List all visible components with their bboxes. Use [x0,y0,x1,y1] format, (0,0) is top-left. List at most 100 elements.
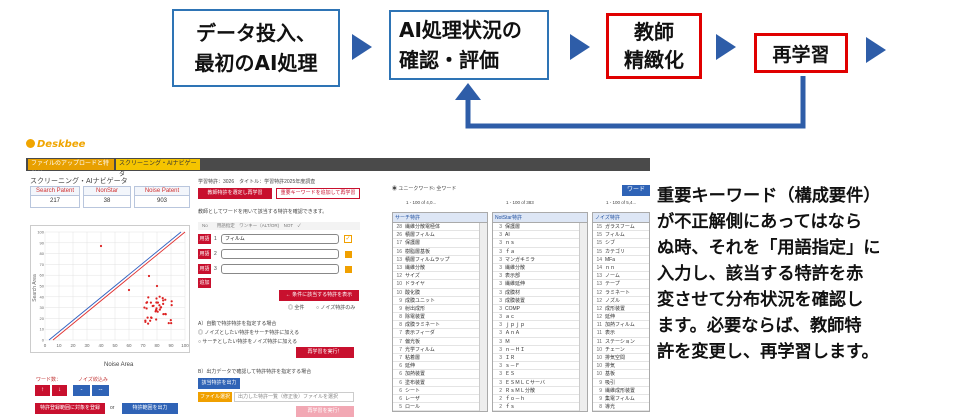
term-input-3[interactable] [221,264,339,274]
table-row[interactable]: 9 吸引 [593,379,649,387]
table-row[interactable]: 7 粘着層 [393,354,487,363]
table-row[interactable]: 3 ＩＲ [493,354,587,363]
legend-unique-word[interactable]: ◉ ユニークワード [392,185,433,192]
table-row[interactable]: 13 テープ [593,280,649,289]
table-row[interactable]: 7 光学フィルム [393,346,487,354]
table-row[interactable]: 8 除電装置 [393,313,487,322]
table-row[interactable]: 5 ロール [393,403,487,411]
table-row[interactable]: 3 ｎｓ [493,239,587,248]
radio-all[interactable]: ◎ 全件 [288,304,304,311]
table-row[interactable]: 7 表示フィーダ [393,329,487,338]
table-row[interactable]: 9 射出成形 [393,305,487,314]
filter-minus-button[interactable]: - [73,385,90,396]
table-row[interactable]: 2ｆａ [493,411,587,412]
table-scrollbar[interactable] [479,223,487,411]
table-row[interactable]: 10 排気 [593,362,649,371]
table-row[interactable]: 11 加熱フィルム [593,321,649,330]
table-row[interactable]: 3 COMP [493,305,587,314]
word-button[interactable]: ワード [622,185,650,196]
table-row[interactable]: 14 ｎｎ [593,264,649,273]
table-row[interactable]: 2 ＲｓＭＬ分散 [493,387,587,395]
table-row[interactable]: 15 シブ [593,239,649,248]
table-row[interactable]: 3 ｊｐｊｐ [493,321,587,330]
export-patents-button[interactable]: 該当特許を出力 [198,378,240,389]
show-matching-patents-button[interactable]: ← 条件に該当する特許を表示 [279,290,359,301]
distribution-scatter-svg[interactable]: Search Area 0 10 20 30 40 50 60 70 80 90 100 0 10 20… [31,226,191,354]
table-row[interactable]: 3 表示部 [493,272,587,281]
table-row[interactable]: 3 保護層 [493,223,587,232]
table-row[interactable]: 6 加熱装置 [393,370,487,379]
table-row[interactable]: 13 繊維分散 [393,264,487,273]
table-row[interactable]: 3 ｆａ [493,248,587,256]
term-input-2[interactable] [221,249,339,259]
tab-screening-navigator[interactable]: スクリーニング・AIナビゲータ [116,159,200,178]
filter-double-minus-button[interactable]: -- [92,385,109,396]
term-checkbox-2[interactable] [345,251,352,258]
file-select-button[interactable]: ファイル選択 [198,392,232,402]
count-down-button[interactable]: ↓ [52,385,67,396]
table-row[interactable]: 9 繊維成形装置 [593,387,649,395]
table-row[interactable]: 12 成形装置 [593,305,649,314]
table-row[interactable]: 15 カテゴリ [593,248,649,256]
table-row[interactable]: 12 ラミネート [593,289,649,297]
table-row[interactable]: 11 ステーション [593,338,649,346]
table-row[interactable]: 10 基板 [593,370,649,379]
table-row[interactable]: 3Ｍ [493,338,587,346]
register-range-button[interactable]: 特許登録範囲に対象を登録 [35,403,105,414]
table-row[interactable]: 8 導光 [593,403,649,411]
table-row[interactable]: 12 サイズ [393,272,487,281]
table-row[interactable]: 3 成膜材 [493,289,587,297]
table-row[interactable]: 28 繊維分散電極体 [393,223,487,232]
add-term-button[interactable]: 追加 [198,278,211,288]
teacher-relearn-tab[interactable]: 教師特許を選定し再学習 [198,188,272,199]
table-row[interactable]: 9 成膜ユニット [393,297,487,305]
term-checkbox-1[interactable]: ✓ [344,235,352,243]
table-row[interactable]: 3 AI [493,231,587,240]
table-row[interactable]: 6 レーザ [393,395,487,404]
table-row[interactable]: 3 ＥＳ [493,370,587,379]
table-row[interactable]: 9 集電フィルム [593,395,649,404]
table-row[interactable]: 3 ａｃ [493,313,587,322]
term-checkbox-3[interactable] [345,266,352,273]
table-row[interactable]: 3 繊維延伸 [493,280,587,289]
export-range-button[interactable]: 特許範囲を出力 [122,403,178,414]
table-row[interactable]: 3 繊維分散 [493,264,587,273]
table-row[interactable]: 8 成膜ラミネート [393,321,487,330]
table-row[interactable]: 6 塗布装置 [393,379,487,387]
table-row[interactable]: 5搬送装置 [393,411,487,412]
tab-file-upload[interactable]: ファイルのアップロードと特徴付け [28,159,114,178]
table-row[interactable]: 11 表示 [593,329,649,338]
table-row[interactable]: 26 積層フィルム [393,231,487,240]
table-row[interactable]: 2 ｆｓ [493,403,587,411]
radio-noise-only[interactable]: ○ ノイズ特許のみ [316,304,355,311]
table-row[interactable]: 3 ｎ－ＨＩ [493,346,587,354]
table-row[interactable]: 12 ノズル [593,297,649,305]
table-row[interactable]: 10 酸化膜 [393,289,487,297]
legend-all-word[interactable]: ○ 全ワード [432,185,456,192]
table-row[interactable]: 13 積層フィルムラップ [393,256,487,264]
table-row[interactable]: 3 ｓ－Ｆ [493,362,587,371]
table-row[interactable]: 3 マンガキミラ [493,256,587,264]
table-row[interactable]: 2 ｆｏ－ｈ [493,395,587,404]
term-input-1[interactable]: フィルム [221,234,339,244]
table-row[interactable]: 12 延伸 [593,313,649,322]
table-scrollbar[interactable] [579,223,587,411]
table-row[interactable]: 7 偏光板 [393,338,487,346]
table-row[interactable]: 13 ノーム [593,272,649,281]
keyword-relearn-tab[interactable]: 重要キーワードを追加して再学習 [276,188,360,199]
count-up-button[interactable]: ↑ [35,385,50,396]
step-a-option-2[interactable]: ○ サーチとしたい特許をノイズ特許に加える [198,338,297,345]
table-row[interactable]: 16 樹脂層基板 [393,248,487,256]
table-row[interactable]: 10 排気空間 [593,354,649,363]
file-select-input[interactable]: 出力した特許一覧（修正後）ファイルを選択 [234,392,354,402]
table-row[interactable]: 10 ドライヤ [393,280,487,289]
table-row[interactable]: 3 ＥＳＭＬＣサーバ [493,379,587,387]
table-row[interactable]: 8集束 [593,411,649,412]
table-row[interactable]: 6 シート [393,387,487,395]
table-row[interactable]: 3 ＡｎＡ [493,329,587,338]
table-row[interactable]: 10 チェーン [593,346,649,354]
table-row[interactable]: 14 MFa [593,256,649,264]
step-a-option-1[interactable]: ◎ ノイズとしたい特許をサーチ特許に加える [198,329,299,336]
table-row[interactable]: 17 保護層 [393,239,487,248]
table-row[interactable]: 15 ガラスフーム [593,223,649,232]
